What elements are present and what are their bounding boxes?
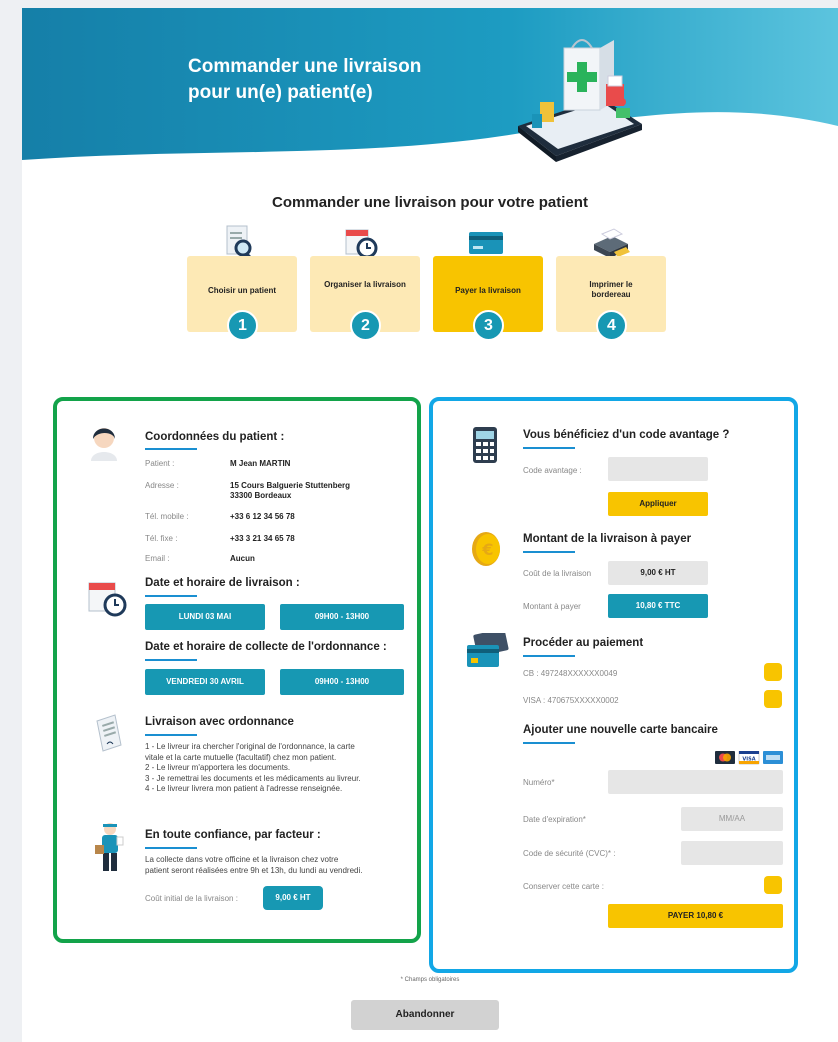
patient-section-title: Coordonnées du patient : xyxy=(145,431,285,443)
page: Commander une livraison pour un(e) patie… xyxy=(22,8,838,1042)
pharmacy-tablet-illustration xyxy=(518,39,642,162)
step-number: 1 xyxy=(227,310,258,341)
trust-description: La collecte dans votre officine et la li… xyxy=(145,855,363,875)
title-underline xyxy=(523,742,575,744)
collect-date-button[interactable]: VENDREDI 30 AVRIL xyxy=(145,669,265,695)
courier-icon xyxy=(95,823,124,871)
header-banner: Commander une livraison pour un(e) patie… xyxy=(22,8,838,178)
patient-name: M Jean MARTIN xyxy=(230,459,291,468)
promo-section-title: Vous bénéficiez d'un code avantage ? xyxy=(523,429,730,441)
step-number: 2 xyxy=(350,310,381,341)
prescription-document-icon xyxy=(96,714,122,752)
collect-time-button[interactable]: 09H00 - 13H00 xyxy=(280,669,404,695)
step-print-slip[interactable]: Imprimer le bordereau 4 xyxy=(556,256,666,341)
apply-button[interactable]: Appliquer xyxy=(608,492,708,516)
visa-logo-text: VISA xyxy=(742,757,755,763)
pay-button[interactable]: PAYER 10,80 € xyxy=(608,904,783,928)
step-organize-delivery[interactable]: Organiser la livraison 2 xyxy=(310,256,420,341)
promo-code-input[interactable] xyxy=(608,457,708,481)
step-number: 3 xyxy=(473,310,504,341)
calculator-icon xyxy=(473,427,497,463)
prescription-steps: 1 - Le livreur ira chercher l'original d… xyxy=(145,742,361,793)
payment-panel: Vous bénéficiez d'un code avantage ? Cod… xyxy=(429,397,798,973)
title-underline xyxy=(523,655,575,657)
delivery-section-title: Date et horaire de livraison : xyxy=(145,577,300,589)
delivery-cost-value: 9,00 € HT xyxy=(608,561,708,585)
step-pay-delivery[interactable]: Payer la livraison 3 xyxy=(433,256,543,341)
patient-address: 15 Cours Balguerie Stuttenberg 33300 Bor… xyxy=(230,481,351,500)
new-card-section-title: Ajouter une nouvelle carte bancaire xyxy=(523,724,718,736)
prescription-section-title: Livraison avec ordonnance xyxy=(145,716,294,728)
patient-phone: +33 3 21 34 65 78 xyxy=(230,534,295,543)
saved-card-visa-checkbox[interactable] xyxy=(764,690,782,708)
card-number-input[interactable] xyxy=(608,770,783,794)
patient-mobile: +33 6 12 34 56 78 xyxy=(230,512,295,521)
euro-coin-icon: € xyxy=(472,532,500,566)
amount-section-title: Montant de la livraison à payer xyxy=(523,533,692,545)
section-title: Commander une livraison pour votre patie… xyxy=(272,194,588,211)
required-fields-note: * Champs obligatoires xyxy=(400,977,460,983)
step-choose-patient[interactable]: Choisir un patient 1 xyxy=(187,256,297,341)
card-brands-icon: VISA xyxy=(715,751,783,765)
title-underline xyxy=(145,448,197,450)
title-underline xyxy=(145,847,197,849)
saved-card-cb: CB : 497248XXXXXX0049 xyxy=(523,669,618,678)
delivery-time-button[interactable]: 09H00 - 13H00 xyxy=(280,604,404,630)
payment-section-title: Procéder au paiement xyxy=(523,637,644,649)
step-number: 4 xyxy=(596,310,627,341)
card-cvc-input[interactable] xyxy=(681,841,783,865)
title-underline xyxy=(523,551,575,553)
title-underline xyxy=(145,734,197,736)
patient-email: Aucun xyxy=(230,554,255,563)
abandon-button[interactable]: Abandonner xyxy=(351,1000,499,1030)
initial-cost-label: Coût initial de la livraison : xyxy=(145,894,238,903)
card-expiry-input[interactable]: MM/AA xyxy=(681,807,783,831)
page-title: Commander une livraison pour un(e) patie… xyxy=(188,56,422,103)
saved-card-cb-checkbox[interactable] xyxy=(764,663,782,681)
saved-card-visa: VISA : 470675XXXXX0002 xyxy=(523,696,619,705)
save-card-checkbox[interactable] xyxy=(764,876,782,894)
initial-cost-badge: 9,00 € HT xyxy=(263,886,323,910)
title-underline xyxy=(145,659,197,661)
title-underline xyxy=(145,595,197,597)
delivery-date-button[interactable]: LUNDI 03 MAI xyxy=(145,604,265,630)
patient-avatar-icon xyxy=(91,428,117,461)
amount-to-pay-value: 10,80 € TTC xyxy=(608,594,708,618)
calendar-clock-icon xyxy=(88,582,127,617)
svg-text:€: € xyxy=(481,540,493,559)
credit-cards-icon xyxy=(467,633,509,667)
patient-info-panel: Coordonnées du patient : Patient : M Jea… xyxy=(53,397,421,943)
title-underline xyxy=(523,447,575,449)
collect-section-title: Date et horaire de collecte de l'ordonna… xyxy=(145,641,387,653)
trust-section-title: En toute confiance, par facteur : xyxy=(145,829,321,841)
